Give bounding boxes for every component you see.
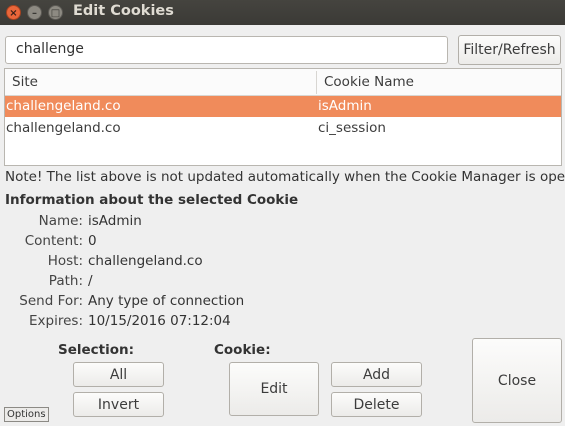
send-for-label: Send For: xyxy=(19,293,83,309)
name-value: isAdmin xyxy=(88,213,142,229)
delete-button[interactable]: Delete xyxy=(331,392,422,417)
expires-label: Expires: xyxy=(29,313,83,329)
options-button[interactable]: Options xyxy=(4,407,49,422)
host-label: Host: xyxy=(47,253,83,269)
expires-value: 10/15/2016 07:12:04 xyxy=(88,313,231,329)
cookie-label: Cookie: xyxy=(214,342,271,358)
invert-selection-button[interactable]: Invert xyxy=(73,392,164,417)
select-all-button[interactable]: All xyxy=(73,362,164,387)
window-close-icon[interactable]: × xyxy=(6,5,21,20)
selection-label: Selection: xyxy=(58,342,135,358)
add-button[interactable]: Add xyxy=(331,362,422,387)
path-label: Path: xyxy=(48,273,83,289)
host-value: challengeland.co xyxy=(88,253,203,269)
send-for-value: Any type of connection xyxy=(88,293,245,309)
column-header-site[interactable]: Site xyxy=(12,74,38,90)
edit-button[interactable]: Edit xyxy=(229,362,319,416)
table-cell-site: challengeland.co xyxy=(6,98,121,114)
title-bar: × – □ Edit Cookies xyxy=(0,0,565,25)
window-title: Edit Cookies xyxy=(73,3,174,19)
info-heading: Information about the selected Cookie xyxy=(5,192,299,208)
table-cell-cookie-name: isAdmin xyxy=(318,98,372,114)
content-label: Content: xyxy=(24,233,83,249)
search-input[interactable]: challenge xyxy=(5,36,448,64)
table-cell-cookie-name: ci_session xyxy=(318,120,386,136)
column-divider xyxy=(316,71,317,94)
close-button[interactable]: Close xyxy=(472,338,562,423)
table-header: Site Cookie Name xyxy=(5,69,561,96)
window-maximize-icon[interactable]: □ xyxy=(48,5,63,20)
path-value: / xyxy=(88,273,93,289)
update-note: Note! The list above is not updated auto… xyxy=(5,169,565,185)
table-row[interactable]: challengeland.co ci_session xyxy=(5,118,561,139)
cookie-table: Site Cookie Name challengeland.co isAdmi… xyxy=(4,68,562,166)
column-header-cookie-name[interactable]: Cookie Name xyxy=(324,74,414,90)
window-minimize-icon[interactable]: – xyxy=(27,5,42,20)
table-cell-site: challengeland.co xyxy=(6,120,121,136)
content-value: 0 xyxy=(88,233,97,249)
table-row[interactable]: challengeland.co isAdmin xyxy=(5,96,561,117)
name-label: Name: xyxy=(38,213,83,229)
filter-refresh-button[interactable]: Filter/Refresh xyxy=(458,35,561,65)
